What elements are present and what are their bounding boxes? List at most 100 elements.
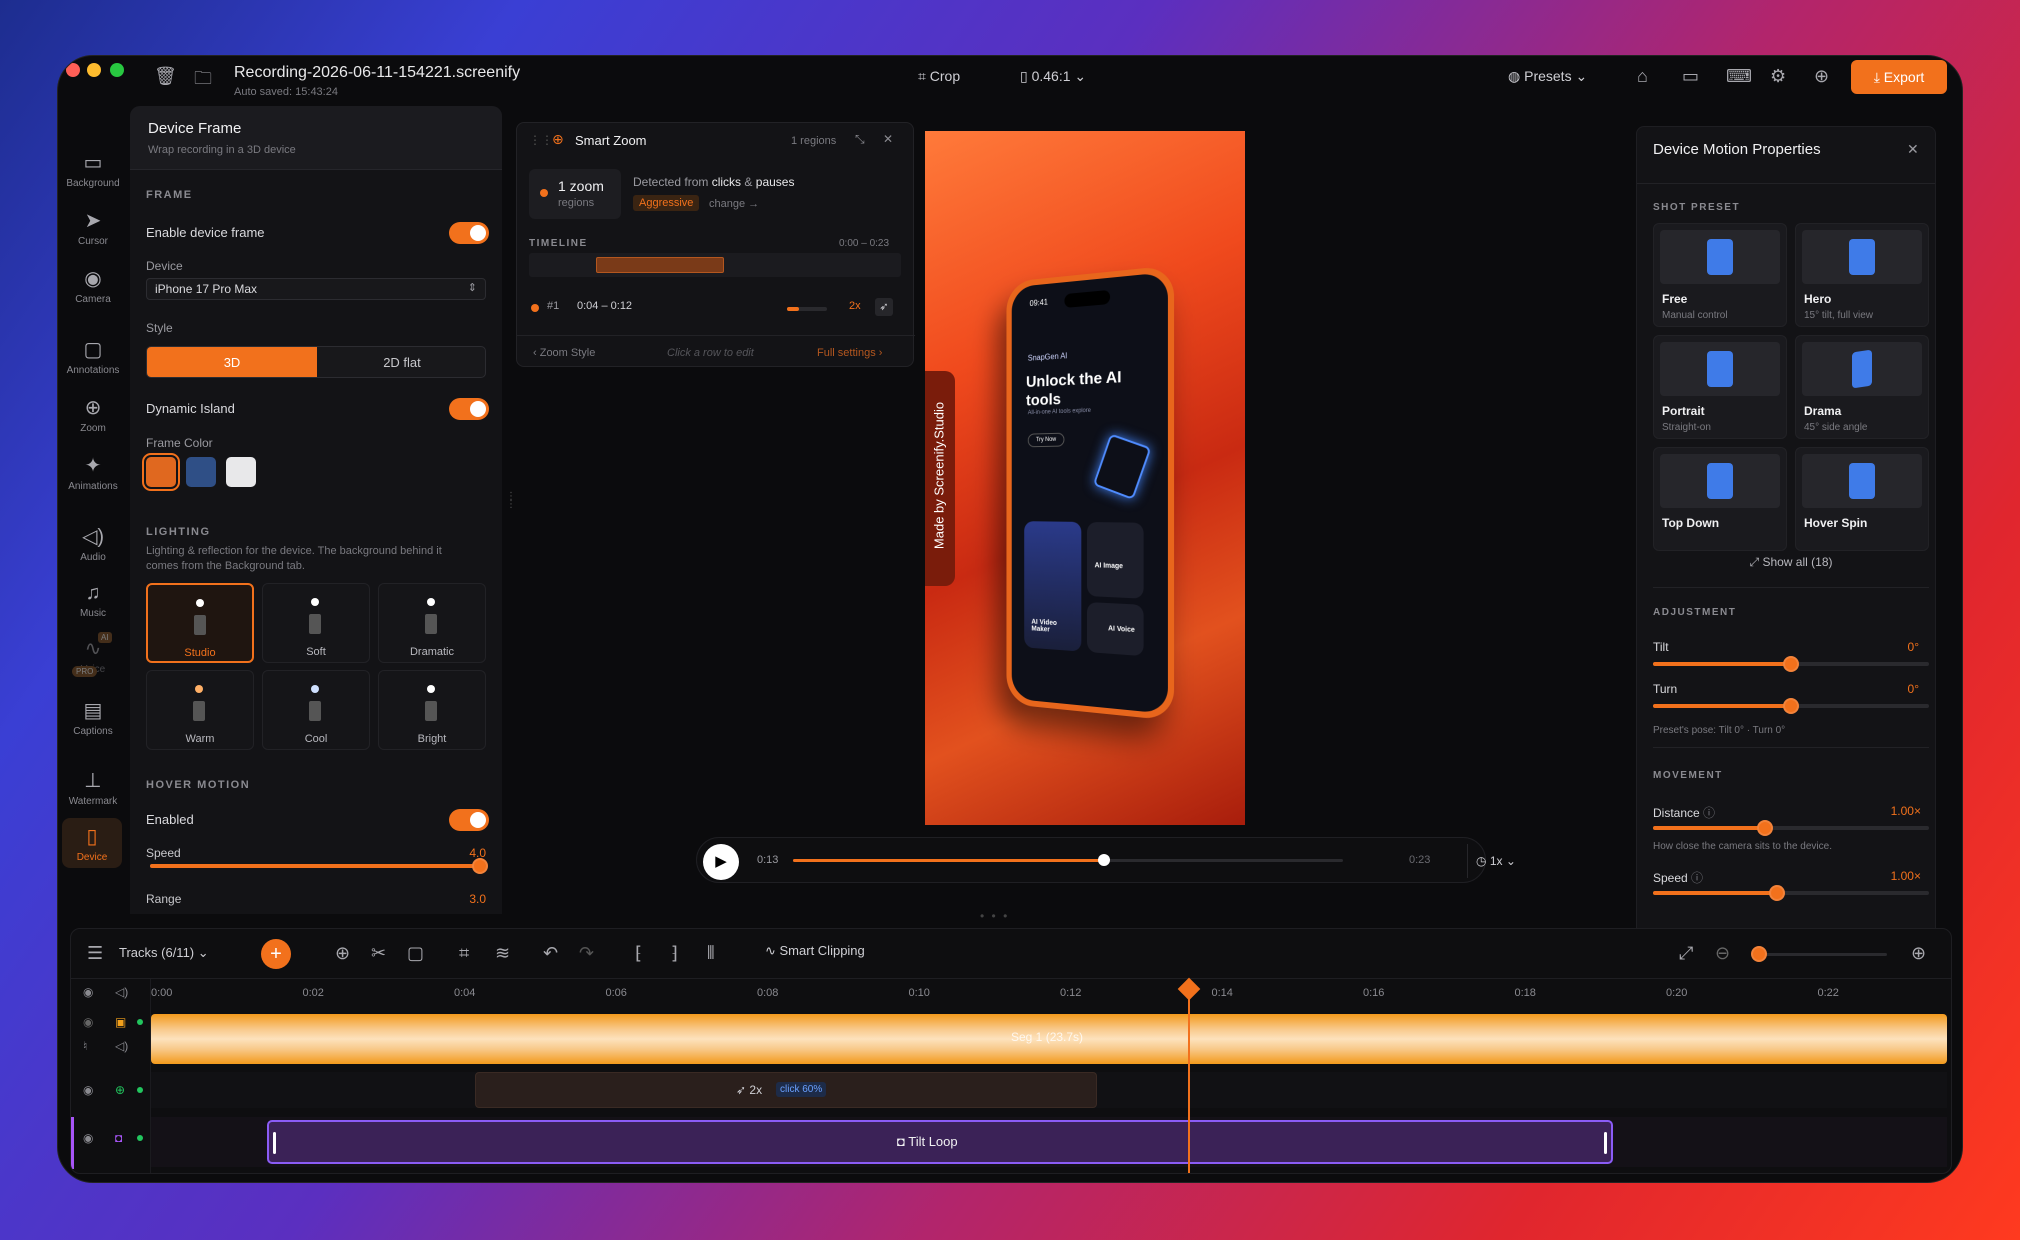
sidebar-item-captions[interactable]: ▤ Captions: [58, 698, 128, 737]
play-button[interactable]: ▶: [703, 844, 739, 880]
scrub-slider[interactable]: [793, 854, 1343, 866]
slider-knob[interactable]: [472, 858, 488, 874]
full-settings-link[interactable]: Full settings ›: [817, 347, 882, 359]
speaker-icon[interactable]: ◁): [115, 985, 128, 999]
gear-icon[interactable]: ⚙: [1770, 66, 1786, 87]
slider-knob[interactable]: [1757, 820, 1773, 836]
sidebar-item-cursor[interactable]: ➤ Cursor: [58, 208, 128, 247]
timeline-resize-handle[interactable]: • • •: [980, 909, 1009, 923]
add-track-button[interactable]: +: [261, 939, 291, 969]
zoom-in-icon[interactable]: ⊕: [1911, 943, 1926, 964]
change-mode-link[interactable]: change →: [709, 198, 759, 210]
chat-icon[interactable]: ▭: [1682, 66, 1699, 87]
playhead[interactable]: [1177, 977, 1201, 1173]
fit-icon[interactable]: ⤢: [1679, 943, 1693, 964]
show-all-button[interactable]: ⤢ Show all (18): [1653, 555, 1929, 570]
enable-frame-toggle[interactable]: [449, 222, 489, 244]
keyboard-icon[interactable]: ⌨: [1726, 66, 1752, 87]
speaker-icon[interactable]: ◁): [115, 1039, 128, 1053]
scrub-knob[interactable]: [1097, 854, 1110, 866]
sidebar-item-device[interactable]: ▯ Device: [62, 818, 122, 868]
scissors-icon[interactable]: ✂: [371, 943, 386, 964]
video-clip[interactable]: Seg 1 (23.7s): [151, 1014, 1947, 1064]
dynamic-island-toggle[interactable]: [449, 398, 489, 420]
lighting-option[interactable]: Warm: [146, 670, 254, 750]
slider-knob[interactable]: [1783, 698, 1799, 714]
style-3d-option[interactable]: 3D: [147, 347, 317, 377]
minimize-window-button[interactable]: [87, 63, 101, 77]
speed-dropdown[interactable]: ◷ 1x ⌄: [1467, 844, 1523, 878]
export-button[interactable]: ⤓ Export: [1851, 60, 1947, 94]
slider-knob[interactable]: [1769, 885, 1785, 901]
gift-icon[interactable]: ⌂: [1637, 66, 1648, 87]
lighting-option[interactable]: Soft: [262, 583, 370, 663]
zoom-style-link[interactable]: ‹ Zoom Style: [533, 347, 595, 359]
sidebar-item-background[interactable]: ▭ Background: [58, 150, 128, 189]
frame-color-swatch[interactable]: [142, 453, 180, 491]
sidebar-item-zoom[interactable]: ⊕ Zoom: [58, 395, 128, 434]
zoom-clip[interactable]: ➶ 2x click 60%: [475, 1072, 1097, 1108]
sidebar-item-annotations[interactable]: ▢ Annotations: [58, 337, 128, 376]
crop-icon[interactable]: ⌗: [459, 943, 469, 964]
split-left-icon[interactable]: ⁅: [635, 943, 642, 964]
eye-icon[interactable]: ◉: [83, 1131, 93, 1145]
maximize-window-button[interactable]: [110, 63, 124, 77]
eye-icon[interactable]: ◉: [83, 1015, 93, 1029]
zoom-icon[interactable]: ⊕: [335, 943, 350, 964]
undo-icon[interactable]: ↶: [543, 943, 558, 964]
smart-clipping-button[interactable]: ∿ Smart Clipping: [765, 943, 865, 959]
motion-speed-slider[interactable]: [1653, 885, 1929, 901]
drag-handle-icon[interactable]: ⋮⋮: [529, 133, 553, 147]
split-right-icon[interactable]: ⫴: [707, 943, 715, 964]
eye-icon[interactable]: ◉: [83, 1083, 93, 1097]
clip-trim-handle-left[interactable]: [273, 1132, 276, 1154]
sidebar-item-camera[interactable]: ◉ Camera: [58, 266, 128, 305]
sidebar-item-animations[interactable]: ✦ Animations: [58, 453, 128, 492]
mini-timeline[interactable]: [529, 253, 901, 277]
device-select[interactable]: iPhone 17 Pro Max ⇕: [146, 278, 486, 300]
trash-icon[interactable]: 🗑: [154, 66, 177, 87]
shot-preset-card[interactable]: Top Down: [1653, 447, 1787, 551]
close-icon[interactable]: ✕: [883, 132, 893, 146]
sidebar-item-music[interactable]: ♫ Music: [58, 582, 128, 619]
folder-icon[interactable]: 🗀: [194, 66, 212, 96]
crop-button[interactable]: ⌗ Crop: [918, 68, 960, 85]
sidebar-item-voice[interactable]: ∿ Voice AI PRO: [58, 632, 128, 677]
shot-preset-card[interactable]: Portrait Straight-on: [1653, 335, 1787, 439]
layers-icon[interactable]: ≋: [495, 943, 510, 964]
comment-icon[interactable]: ▢: [407, 943, 424, 964]
hover-enabled-toggle[interactable]: [449, 809, 489, 831]
slider-knob[interactable]: [1783, 656, 1799, 672]
sidebar-item-watermark[interactable]: ⊥ Watermark: [58, 768, 128, 807]
collapse-icon[interactable]: ⤡: [855, 132, 865, 147]
style-2d-option[interactable]: 2D flat: [317, 347, 485, 377]
tilt-loop-clip[interactable]: ◘ Tilt Loop: [267, 1120, 1613, 1164]
distance-slider[interactable]: [1653, 820, 1929, 836]
slider-knob[interactable]: [1751, 946, 1767, 962]
tilt-slider[interactable]: [1653, 656, 1929, 672]
close-window-button[interactable]: [66, 63, 80, 77]
mic-icon[interactable]: ♮: [83, 1039, 87, 1053]
lighting-option[interactable]: Dramatic: [378, 583, 486, 663]
upload-icon[interactable]: ⊕: [1814, 66, 1829, 87]
eye-icon[interactable]: ◉: [83, 985, 93, 999]
clip-trim-handle-right[interactable]: [1604, 1132, 1607, 1154]
close-icon[interactable]: ✕: [1907, 141, 1919, 158]
hover-speed-slider[interactable]: [150, 858, 488, 874]
zoom-region-row[interactable]: #1 0:04 – 0:12 2x ➶: [529, 298, 901, 320]
turn-slider[interactable]: [1653, 698, 1929, 714]
timeline-zoom-slider[interactable]: [1751, 946, 1887, 962]
presets-dropdown[interactable]: ◍ Presets ⌄: [1508, 68, 1587, 85]
shot-preset-card[interactable]: Hover Spin: [1795, 447, 1929, 551]
lighting-option[interactable]: Bright: [378, 670, 486, 750]
tracks-dropdown[interactable]: Tracks (6/11) ⌄: [119, 945, 209, 961]
aspect-ratio-dropdown[interactable]: ▯ 0.46:1 ⌄: [1020, 68, 1086, 85]
shot-preset-card[interactable]: Drama 45° side angle: [1795, 335, 1929, 439]
zoom-region-block[interactable]: [596, 257, 724, 273]
split-center-icon[interactable]: ⁆: [671, 943, 678, 964]
video-preview[interactable]: Made by Screenify.Studio 09:41 SnapGen A…: [925, 131, 1245, 825]
shot-preset-card[interactable]: Free Manual control: [1653, 223, 1787, 327]
cursor-target-icon[interactable]: ➶: [875, 298, 893, 316]
lighting-option[interactable]: Cool: [262, 670, 370, 750]
lighting-option[interactable]: Studio: [146, 583, 254, 663]
